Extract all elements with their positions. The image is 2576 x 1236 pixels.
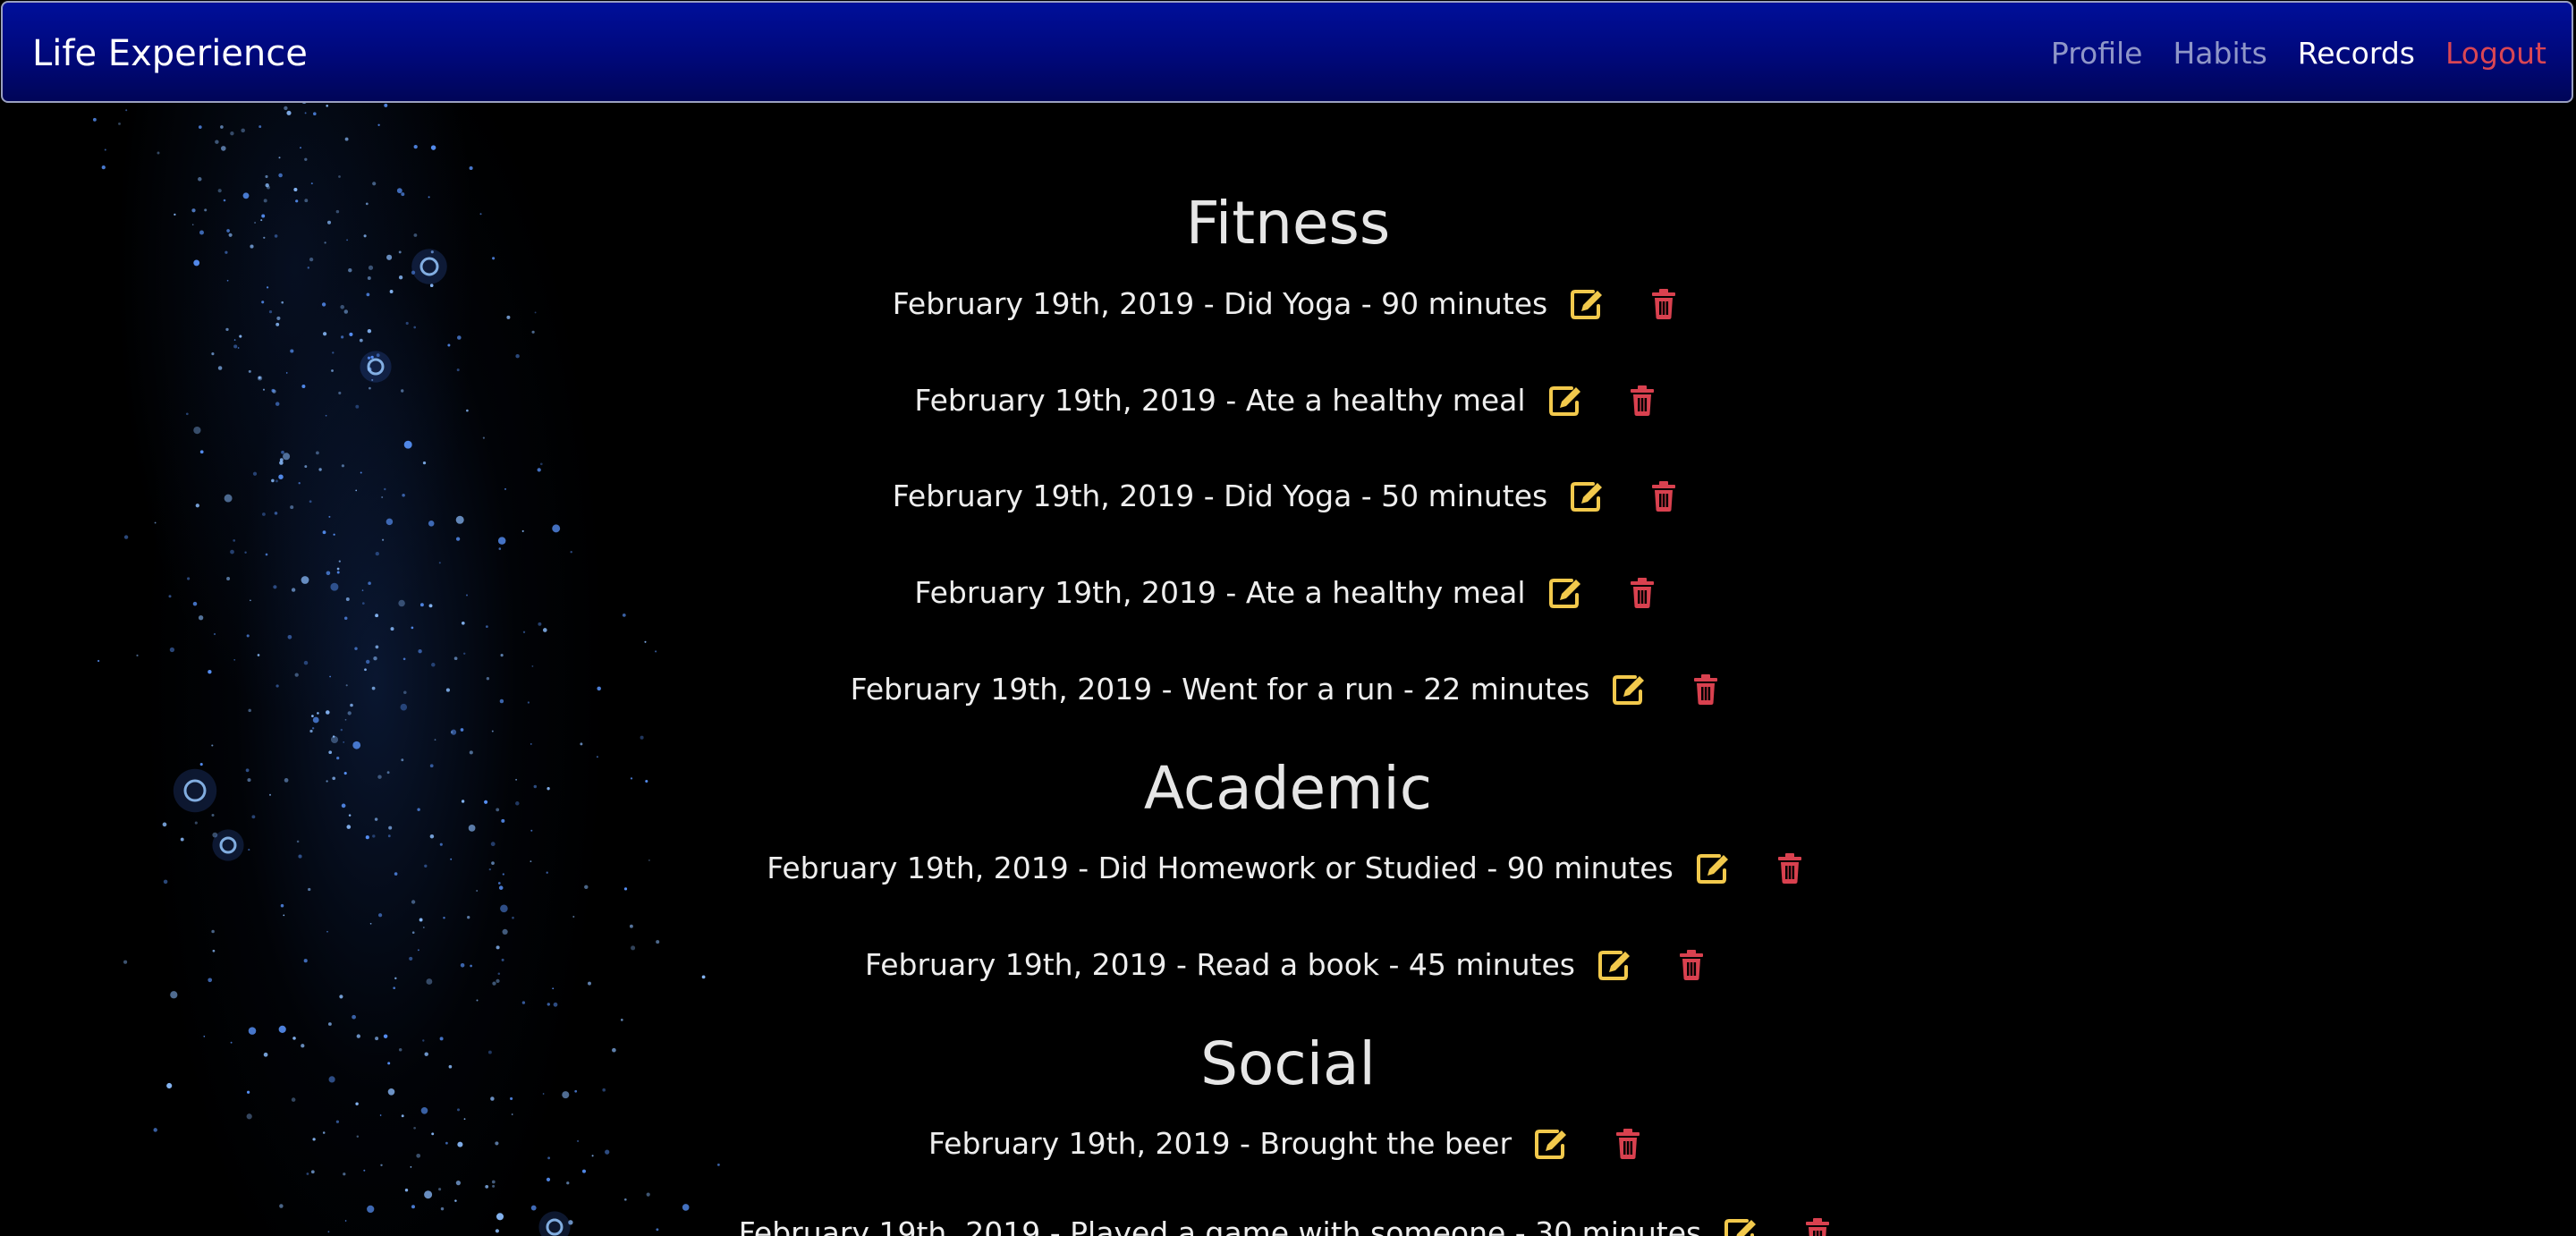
pencil-square-icon [1534, 1128, 1568, 1160]
edit-button[interactable] [1609, 670, 1648, 709]
record-text: February 19th, 2019 - Brought the beer [928, 1126, 1513, 1161]
record-text: February 19th, 2019 - Ate a healthy meal [914, 575, 1526, 610]
pencil-square-icon [1696, 852, 1730, 885]
section-title-social: Social [1200, 1029, 1376, 1098]
delete-button[interactable] [1770, 849, 1809, 888]
edit-button[interactable] [1693, 849, 1733, 888]
record-item: February 19th, 2019 - Went for a run - 2… [0, 667, 2576, 712]
trash-icon [1650, 288, 1677, 320]
record-item: February 19th, 2019 - Read a book - 45 m… [0, 943, 2576, 987]
brand-title[interactable]: Life Experience [32, 30, 308, 78]
record-item: February 19th, 2019 - Ate a healthy meal [0, 378, 2576, 423]
records-content: Fitness February 19th, 2019 - Did Yoga -… [0, 0, 2576, 1236]
page: Life Experience Profile Habits Records L… [0, 0, 2576, 1236]
section-title-fitness: Fitness [1185, 189, 1391, 258]
edit-button[interactable] [1546, 381, 1585, 420]
pencil-square-icon [1612, 673, 1646, 706]
delete-button[interactable] [1608, 1124, 1648, 1164]
trash-icon [1629, 385, 1656, 417]
record-text: February 19th, 2019 - Played a game with… [738, 1215, 1702, 1236]
edit-button[interactable] [1595, 945, 1634, 985]
edit-button[interactable] [1531, 1124, 1571, 1164]
pencil-square-icon [1724, 1217, 1758, 1236]
pencil-square-icon [1570, 480, 1604, 512]
edit-button[interactable] [1721, 1214, 1760, 1236]
pencil-square-icon [1597, 949, 1631, 981]
pencil-square-icon [1548, 577, 1582, 609]
record-text: February 19th, 2019 - Did Homework or St… [767, 851, 1674, 885]
record-text: February 19th, 2019 - Ate a healthy meal [914, 383, 1526, 418]
delete-button[interactable] [1623, 573, 1662, 613]
edit-button[interactable] [1546, 573, 1585, 613]
delete-button[interactable] [1644, 477, 1683, 516]
trash-icon [1629, 577, 1656, 609]
record-item: February 19th, 2019 - Played a game with… [0, 1211, 2576, 1236]
record-item: February 19th, 2019 - Did Yoga - 50 minu… [0, 474, 2576, 519]
pencil-square-icon [1548, 385, 1582, 417]
record-text: February 19th, 2019 - Did Yoga - 90 minu… [892, 286, 1548, 321]
trash-icon [1650, 480, 1677, 512]
pencil-square-icon [1570, 288, 1604, 320]
trash-icon [1804, 1217, 1831, 1236]
nav-link-profile[interactable]: Profile [2051, 30, 2143, 78]
record-item: February 19th, 2019 - Ate a healthy meal [0, 571, 2576, 615]
record-text: February 19th, 2019 - Read a book - 45 m… [865, 947, 1575, 982]
delete-button[interactable] [1644, 284, 1683, 324]
delete-button[interactable] [1686, 670, 1725, 709]
trash-icon [1776, 852, 1803, 885]
trash-icon [1692, 673, 1719, 706]
trash-icon [1678, 949, 1705, 981]
nav-link-habits[interactable]: Habits [2173, 30, 2267, 78]
record-item: February 19th, 2019 - Brought the beer [0, 1122, 2576, 1166]
delete-button[interactable] [1623, 381, 1662, 420]
record-text: February 19th, 2019 - Did Yoga - 50 minu… [892, 478, 1548, 513]
nav-link-records[interactable]: Records [2298, 30, 2415, 78]
record-text: February 19th, 2019 - Went for a run - 2… [850, 672, 1590, 707]
nav-link-logout[interactable]: Logout [2445, 30, 2546, 78]
delete-button[interactable] [1672, 945, 1711, 985]
section-title-academic: Academic [1143, 754, 1433, 823]
edit-button[interactable] [1567, 284, 1606, 324]
delete-button[interactable] [1798, 1214, 1837, 1236]
edit-button[interactable] [1567, 477, 1606, 516]
record-item: February 19th, 2019 - Did Homework or St… [0, 846, 2576, 891]
record-item: February 19th, 2019 - Did Yoga - 90 minu… [0, 282, 2576, 326]
trash-icon [1614, 1128, 1641, 1160]
navbar: Life Experience Profile Habits Records L… [1, 1, 2573, 103]
nav-links: Profile Habits Records Logout [2051, 30, 2546, 78]
